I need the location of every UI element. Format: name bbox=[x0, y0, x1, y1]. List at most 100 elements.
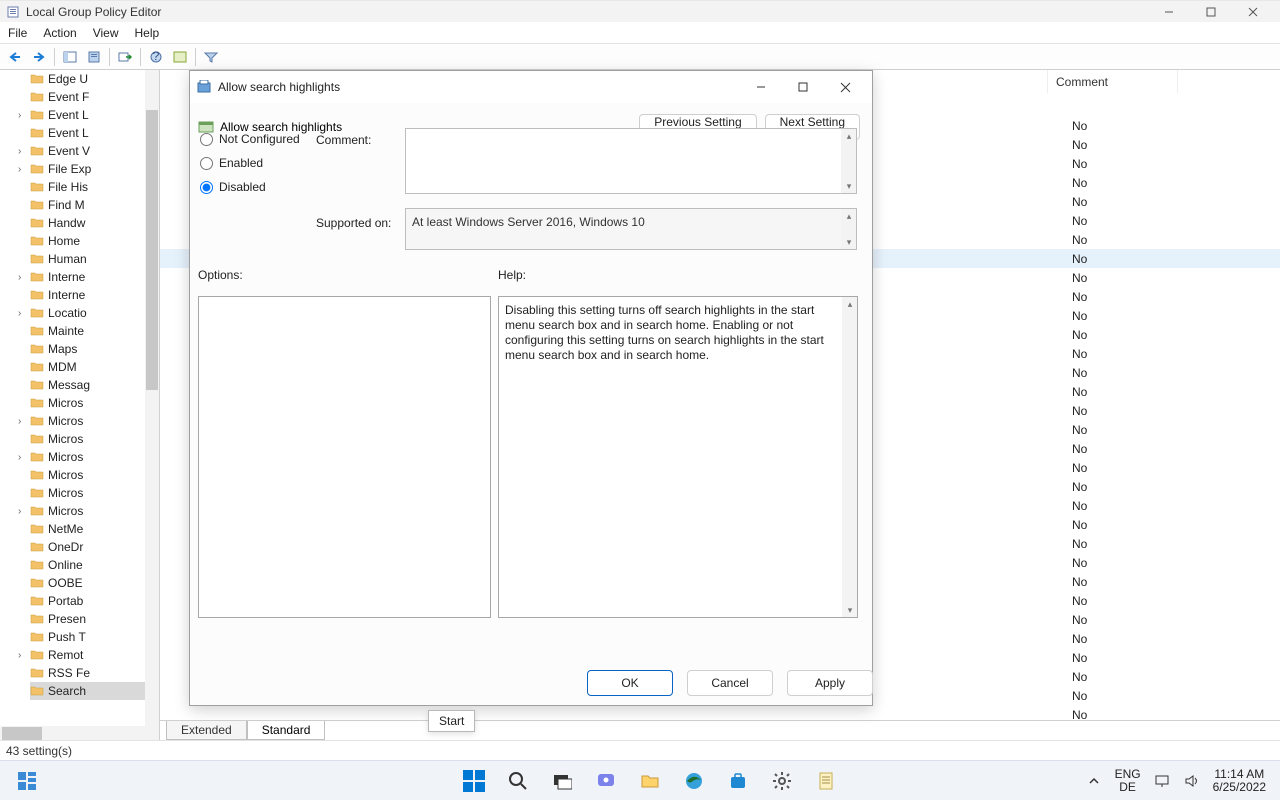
store-icon[interactable] bbox=[722, 765, 754, 797]
chevron-right-icon[interactable]: › bbox=[18, 272, 21, 283]
tree-item[interactable]: Portab bbox=[30, 592, 159, 610]
tree-item[interactable]: Edge U bbox=[30, 70, 159, 88]
chevron-right-icon[interactable]: › bbox=[18, 416, 21, 427]
tree-item[interactable]: ›Micros bbox=[30, 448, 159, 466]
tree-item[interactable]: Search bbox=[30, 682, 159, 700]
chevron-right-icon[interactable]: › bbox=[18, 308, 21, 319]
comment-cell: No bbox=[1048, 518, 1178, 532]
dialog-maximize[interactable] bbox=[782, 73, 824, 101]
vscrollbar[interactable]: ▴▾ bbox=[842, 297, 857, 617]
tree-item[interactable]: Push T bbox=[30, 628, 159, 646]
network-icon[interactable] bbox=[1153, 765, 1171, 797]
tree-item[interactable]: Event L bbox=[30, 124, 159, 142]
search-icon[interactable] bbox=[502, 765, 534, 797]
dialog-close[interactable] bbox=[824, 73, 866, 101]
radio-disabled[interactable]: Disabled bbox=[200, 180, 300, 194]
comment-cell: No bbox=[1048, 537, 1178, 551]
tree-item[interactable]: Home bbox=[30, 232, 159, 250]
tree-item[interactable]: ›File Exp bbox=[30, 160, 159, 178]
chevron-right-icon[interactable]: › bbox=[18, 110, 21, 121]
tree-item[interactable]: ›Micros bbox=[30, 412, 159, 430]
start-icon[interactable] bbox=[458, 765, 490, 797]
window-minimize[interactable] bbox=[1148, 1, 1190, 23]
chat-icon[interactable] bbox=[590, 765, 622, 797]
apply-button[interactable]: Apply bbox=[787, 670, 873, 696]
tree-item[interactable]: Micros bbox=[30, 466, 159, 484]
tree-item[interactable]: ›Interne bbox=[30, 268, 159, 286]
vscrollbar[interactable]: ▴▾ bbox=[841, 129, 856, 193]
tree-item[interactable]: Micros bbox=[30, 394, 159, 412]
volume-icon[interactable] bbox=[1183, 765, 1201, 797]
tree-item[interactable]: Handw bbox=[30, 214, 159, 232]
dialog-minimize[interactable] bbox=[740, 73, 782, 101]
tree-item[interactable]: Find M bbox=[30, 196, 159, 214]
tree-item[interactable]: ›Remot bbox=[30, 646, 159, 664]
tree-item[interactable]: ›Locatio bbox=[30, 304, 159, 322]
tree-vscrollbar[interactable] bbox=[145, 70, 159, 726]
tree-item[interactable]: ›Micros bbox=[30, 502, 159, 520]
ok-button[interactable]: OK bbox=[587, 670, 673, 696]
cancel-button[interactable]: Cancel bbox=[687, 670, 773, 696]
toolbar-forward[interactable] bbox=[28, 46, 50, 68]
tree-item[interactable]: Micros bbox=[30, 430, 159, 448]
menu-help[interactable]: Help bbox=[135, 26, 160, 40]
toolbar-back[interactable] bbox=[4, 46, 26, 68]
tree-item[interactable]: Interne bbox=[30, 286, 159, 304]
tree-item[interactable]: MDM bbox=[30, 358, 159, 376]
settings-icon[interactable] bbox=[766, 765, 798, 797]
help-box: Disabling this setting turns off search … bbox=[498, 296, 858, 618]
comment-field[interactable]: ▴▾ bbox=[405, 128, 857, 194]
tree-item[interactable]: Maps bbox=[30, 340, 159, 358]
tree-item[interactable]: RSS Fe bbox=[30, 664, 159, 682]
tree-item-label: Maps bbox=[48, 342, 77, 356]
comment-cell: No bbox=[1048, 461, 1178, 475]
tree-item[interactable]: File His bbox=[30, 178, 159, 196]
tray-language[interactable]: ENGDE bbox=[1115, 768, 1141, 794]
chevron-right-icon[interactable]: › bbox=[18, 164, 21, 175]
folder-icon bbox=[30, 522, 44, 537]
toolbar-all-settings[interactable] bbox=[169, 46, 191, 68]
toolbar-properties[interactable] bbox=[83, 46, 105, 68]
toolbar-filter[interactable] bbox=[200, 46, 222, 68]
taskview-icon[interactable] bbox=[546, 765, 578, 797]
tree-item[interactable]: Event F bbox=[30, 88, 159, 106]
menu-view[interactable]: View bbox=[93, 26, 119, 40]
tab-standard[interactable]: Standard bbox=[247, 721, 326, 740]
toolbar-export[interactable] bbox=[114, 46, 136, 68]
tray-chevron-icon[interactable] bbox=[1085, 765, 1103, 797]
tree-item[interactable]: Messag bbox=[30, 376, 159, 394]
chevron-right-icon[interactable]: › bbox=[18, 146, 21, 157]
tree-item[interactable]: NetMe bbox=[30, 520, 159, 538]
chevron-right-icon[interactable]: › bbox=[18, 650, 21, 661]
tree-item[interactable]: Presen bbox=[30, 610, 159, 628]
tree-item[interactable]: OOBE bbox=[30, 574, 159, 592]
chevron-right-icon[interactable]: › bbox=[18, 452, 21, 463]
toolbar-help[interactable]: ? bbox=[145, 46, 167, 68]
tree-item[interactable]: Online bbox=[30, 556, 159, 574]
explorer-icon[interactable] bbox=[634, 765, 666, 797]
tree-item[interactable]: Human bbox=[30, 250, 159, 268]
comment-cell: No bbox=[1048, 632, 1178, 646]
task-view-icon[interactable] bbox=[14, 768, 40, 794]
vscrollbar[interactable]: ▴▾ bbox=[841, 209, 856, 249]
radio-enabled[interactable]: Enabled bbox=[200, 156, 300, 170]
tree-item[interactable]: ›Event V bbox=[30, 142, 159, 160]
tree-item[interactable]: Micros bbox=[30, 484, 159, 502]
chevron-right-icon[interactable]: › bbox=[18, 506, 21, 517]
menu-file[interactable]: File bbox=[8, 26, 27, 40]
tree-item[interactable]: Mainte bbox=[30, 322, 159, 340]
toolbar-show-hide-tree[interactable] bbox=[59, 46, 81, 68]
tray-clock[interactable]: 11:14 AM6/25/2022 bbox=[1213, 768, 1266, 794]
edge-icon[interactable] bbox=[678, 765, 710, 797]
radio-not-configured[interactable]: Not Configured bbox=[200, 132, 300, 146]
tab-extended[interactable]: Extended bbox=[166, 721, 247, 740]
tree-item[interactable]: ›Event L bbox=[30, 106, 159, 124]
window-close[interactable] bbox=[1232, 1, 1274, 23]
menu-action[interactable]: Action bbox=[43, 26, 76, 40]
tree-hscrollbar[interactable] bbox=[0, 726, 159, 740]
notepad-icon[interactable] bbox=[810, 765, 842, 797]
detail-col-comment[interactable]: Comment bbox=[1048, 70, 1178, 93]
tree-item-label: Push T bbox=[48, 630, 86, 644]
window-maximize[interactable] bbox=[1190, 1, 1232, 23]
tree-item[interactable]: OneDr bbox=[30, 538, 159, 556]
